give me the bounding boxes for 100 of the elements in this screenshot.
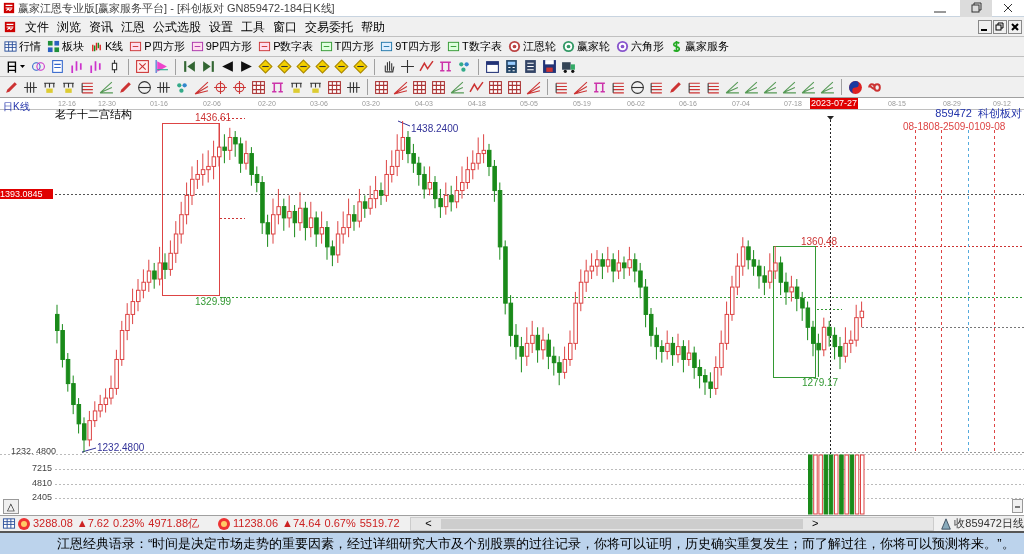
date-label: 09-08 <box>979 122 1006 132</box>
menu-item[interactable]: 帮助 <box>357 17 389 36</box>
scrollbar-track[interactable]: < > <box>409 516 935 531</box>
toolbar-button[interactable]: T数字表 <box>447 38 502 55</box>
index-value: 3288.08 <box>33 516 73 532</box>
fan-lines-icon[interactable] <box>194 79 209 95</box>
bracket-icon[interactable] <box>270 79 285 95</box>
truck-icon[interactable] <box>561 59 576 74</box>
candlestick <box>308 201 314 238</box>
pen-icon[interactable] <box>118 79 133 95</box>
menu-item[interactable]: 交易委托 <box>301 17 357 36</box>
diamond-icon[interactable] <box>296 59 311 74</box>
menu-item[interactable]: 窗口 <box>269 17 301 36</box>
toolbar-button[interactable]: 行情 <box>4 38 41 55</box>
grid-icon[interactable] <box>412 79 427 95</box>
circle-icon[interactable] <box>630 79 645 95</box>
bracket-icon[interactable] <box>438 59 453 74</box>
menu-item[interactable]: 江恩 <box>117 17 149 36</box>
rings-icon[interactable] <box>31 59 46 74</box>
crosshair-icon[interactable] <box>400 59 415 74</box>
toolbar-button[interactable]: 板块 <box>47 38 84 55</box>
menu-item[interactable]: 文件 <box>21 17 53 36</box>
toolbar-button[interactable]: 赢家服务 <box>669 38 729 55</box>
flag-icon[interactable] <box>154 59 169 74</box>
triangle-left-icon[interactable] <box>220 59 235 74</box>
zigzag-icon[interactable] <box>419 59 434 74</box>
date-label[interactable]: 2023-07-27 <box>810 98 859 109</box>
crosshair-circle-icon[interactable] <box>232 79 247 95</box>
toolbar-button[interactable]: 赢家轮 <box>561 38 610 55</box>
grid-icon[interactable] <box>374 79 389 95</box>
diamond-icon[interactable] <box>258 59 273 74</box>
toolbar-button[interactable]: P数字表 <box>258 38 314 55</box>
menu-item[interactable]: 工具 <box>237 17 269 36</box>
pen-icon[interactable] <box>668 79 683 95</box>
calculator-icon[interactable] <box>504 59 519 74</box>
minimize-icon[interactable] <box>978 19 992 34</box>
toolbar-button[interactable]: T四方形 <box>319 38 375 55</box>
dots-icon[interactable] <box>457 59 472 74</box>
fan-lines-icon[interactable] <box>526 79 541 95</box>
table-icon[interactable] <box>2 517 16 530</box>
vertical-lines-icon[interactable] <box>156 79 171 95</box>
diamond-icon[interactable] <box>334 59 349 74</box>
diamond-icon[interactable] <box>353 59 368 74</box>
angle-icon[interactable] <box>763 79 778 95</box>
triangle-right-icon[interactable] <box>239 59 254 74</box>
toolbar-button[interactable]: P四方形 <box>129 38 185 55</box>
menu-item[interactable]: 资讯 <box>85 17 117 36</box>
toolbar-button[interactable]: 江恩轮 <box>507 38 556 55</box>
angle-icon[interactable] <box>782 79 797 95</box>
period-dropdown[interactable]: 日 <box>4 57 27 76</box>
angle-icon[interactable] <box>725 79 740 95</box>
menu-item[interactable]: 设置 <box>205 17 237 36</box>
angle-icon[interactable] <box>820 79 835 95</box>
x-box-icon[interactable] <box>135 59 150 74</box>
restore-icon[interactable] <box>993 19 1007 34</box>
scroll-left-button[interactable]: < <box>420 518 437 529</box>
grid-icon[interactable] <box>507 79 522 95</box>
grid-icon[interactable] <box>488 79 503 95</box>
fan-lines-icon[interactable] <box>393 79 408 95</box>
close-icon[interactable] <box>1008 19 1022 34</box>
panel-toggle-button[interactable]: △ <box>3 499 19 514</box>
angle-icon[interactable] <box>99 79 114 95</box>
diamond-icon[interactable] <box>315 59 330 74</box>
vertical-lines-icon[interactable] <box>346 79 361 95</box>
price-annotation: 1279.17 <box>802 378 839 388</box>
crosshair-circle-icon[interactable] <box>213 79 228 95</box>
menu-item[interactable]: 公式选股 <box>149 17 205 36</box>
axis-label: 4810 <box>32 479 52 488</box>
angle-icon[interactable] <box>801 79 816 95</box>
bar-pair-icon[interactable] <box>69 59 84 74</box>
zigzag-icon[interactable] <box>469 79 484 95</box>
skip-start-icon[interactable] <box>182 59 197 74</box>
pen-icon[interactable] <box>4 79 19 95</box>
fan-lines-icon[interactable] <box>573 79 588 95</box>
target-icon <box>561 40 575 53</box>
scrollbar-thumb[interactable] <box>440 518 804 529</box>
bracket-icon[interactable] <box>592 79 607 95</box>
diamond-icon[interactable] <box>277 59 292 74</box>
grid-icon[interactable] <box>251 79 266 95</box>
document-icon[interactable] <box>523 59 538 74</box>
grid-icon[interactable] <box>431 79 446 95</box>
toolbar-button[interactable]: 9T四方形 <box>380 38 442 55</box>
vertical-lines-icon[interactable] <box>23 79 38 95</box>
bar-pair-icon[interactable] <box>88 59 103 74</box>
calendar-icon[interactable] <box>485 59 500 74</box>
grid-icon[interactable] <box>327 79 342 95</box>
yin-yang-icon[interactable] <box>848 79 863 95</box>
toolbar-button[interactable]: 六角形 <box>615 38 664 55</box>
toolbar-button[interactable]: 9P四方形 <box>190 38 253 55</box>
page-icon[interactable] <box>50 59 65 74</box>
angle-icon[interactable] <box>450 79 465 95</box>
symbol-code: 859472 <box>935 108 972 119</box>
skip-end-icon[interactable] <box>201 59 216 74</box>
marker-arrow-icon <box>827 116 834 120</box>
menu-item[interactable]: 浏览 <box>53 17 85 36</box>
toolbar-button[interactable]: K线 <box>90 38 124 55</box>
index-change: ▲74.64 <box>282 516 321 532</box>
scroll-right-button[interactable]: > <box>807 518 824 529</box>
circle-icon[interactable] <box>137 79 152 95</box>
angle-icon[interactable] <box>744 79 759 95</box>
